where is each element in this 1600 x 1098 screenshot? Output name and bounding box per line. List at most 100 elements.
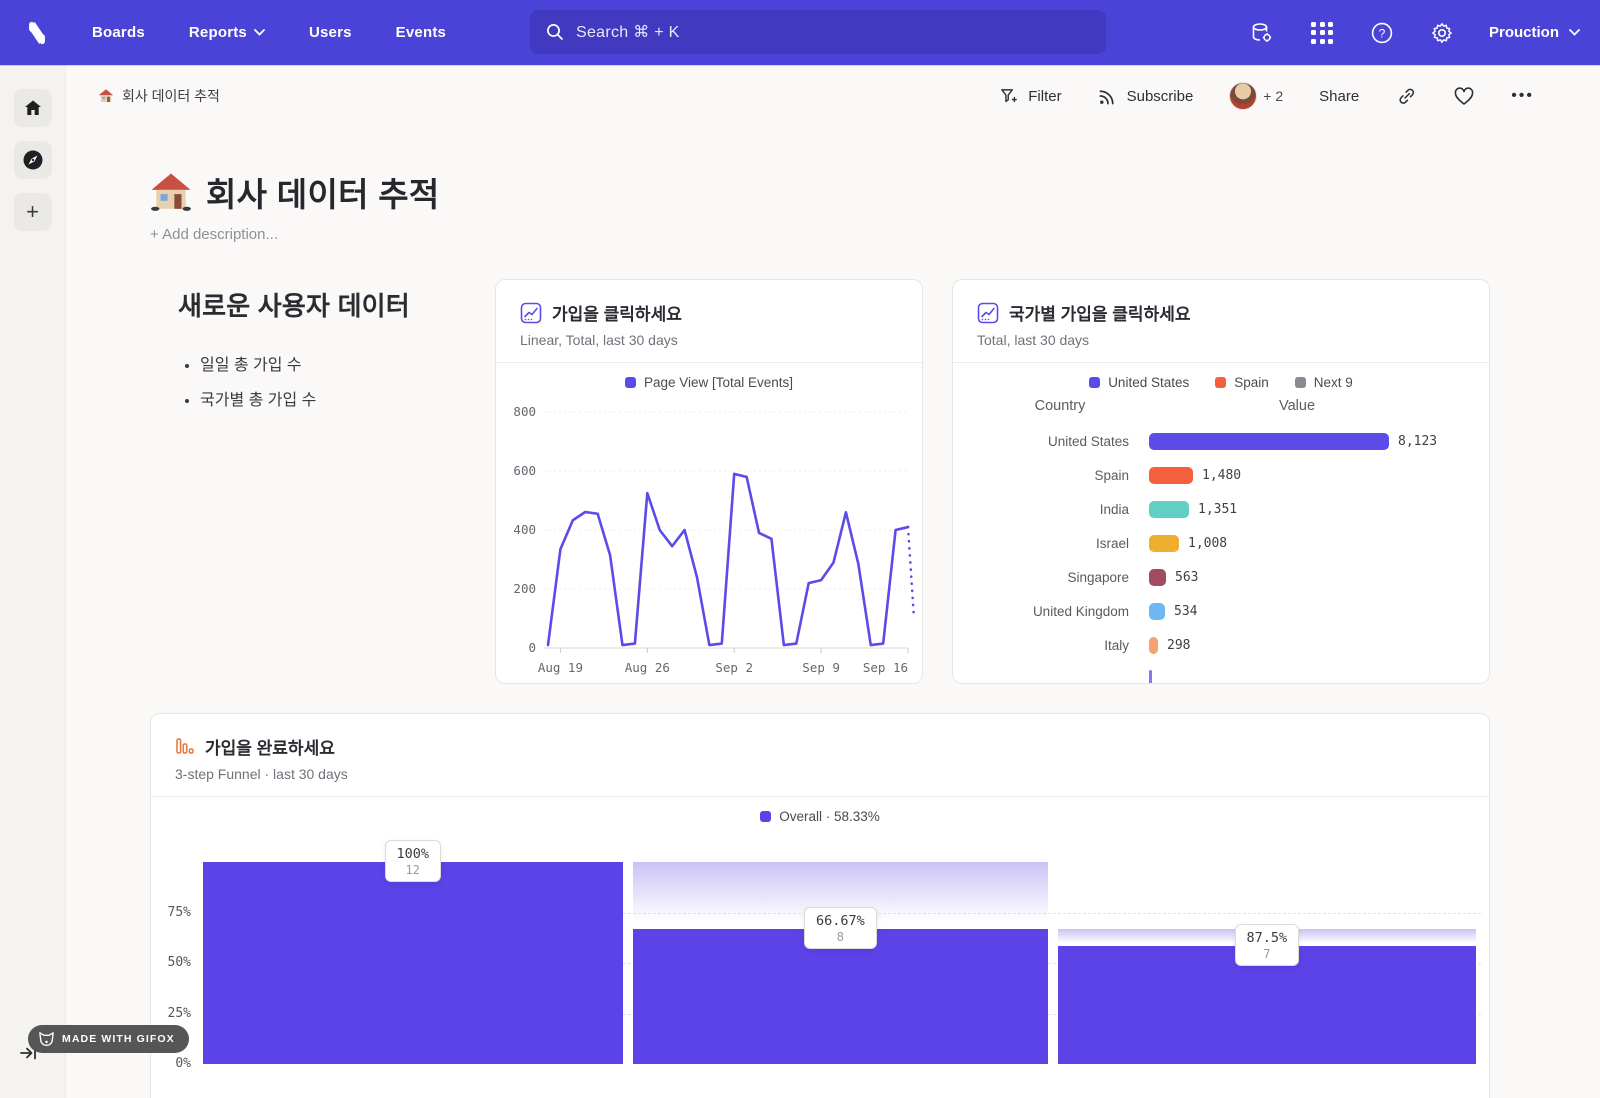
legend-label: Page View [Total Events] <box>644 375 793 390</box>
bar-row-value: 8,123 <box>1398 434 1437 449</box>
svg-text:Sep 2: Sep 2 <box>715 660 753 675</box>
funnel-ytick: 0% <box>153 1056 191 1071</box>
filter-button[interactable]: Filter <box>999 87 1061 106</box>
project-selector[interactable]: Prouction <box>1489 24 1580 41</box>
bar-fill[interactable] <box>1149 467 1193 484</box>
filter-funnel-icon <box>999 87 1018 106</box>
collaborators[interactable]: + 2 <box>1229 82 1283 110</box>
bar-row-value: 534 <box>1174 604 1197 619</box>
apps-grid-icon[interactable] <box>1309 20 1335 46</box>
svg-text:Aug 19: Aug 19 <box>538 660 583 675</box>
bar-row-india[interactable]: India1,351 <box>953 492 1489 526</box>
card-title[interactable]: 가입을 완료하세요 <box>205 734 335 759</box>
sidebar-discover-button[interactable] <box>14 141 52 179</box>
help-icon[interactable]: ? <box>1369 20 1395 46</box>
nav-item-boards[interactable]: Boards <box>92 24 145 41</box>
funnel-bar-step-2[interactable] <box>633 929 1048 1064</box>
bar-fill[interactable] <box>1149 535 1179 552</box>
text-widget-list: 일일 총 가입 수 국가별 총 가입 수 <box>200 351 478 410</box>
funnel-bar-step-1[interactable] <box>203 862 623 1064</box>
favorite-button[interactable] <box>1453 85 1475 107</box>
bar-fill[interactable] <box>1149 501 1189 518</box>
svg-text:Aug 26: Aug 26 <box>625 660 670 675</box>
text-widget-heading: 새로운 사용자 데이터 <box>178 286 478 323</box>
nav-item-reports[interactable]: Reports <box>189 24 265 41</box>
bar-row-united-states[interactable]: United States8,123 <box>953 424 1489 458</box>
nav-item-users[interactable]: Users <box>309 24 352 41</box>
gifox-badge: MADE WITH GIFOX <box>28 1025 189 1053</box>
svg-text:0: 0 <box>528 640 536 655</box>
card-subtitle: 3-step Funnel · last 30 days <box>151 759 1489 782</box>
copy-link-button[interactable] <box>1395 85 1417 107</box>
funnel-step-conversion: 66.67% <box>816 913 865 929</box>
legend-label: Spain <box>1234 375 1269 390</box>
card-title[interactable]: 가입을 클릭하세요 <box>552 300 682 325</box>
mixpanel-logo[interactable] <box>20 16 54 50</box>
svg-text:800: 800 <box>513 404 536 419</box>
bar-fill[interactable] <box>1149 637 1158 654</box>
nav-item-events[interactable]: Events <box>396 24 446 41</box>
funnel-step-conversion: 87.5% <box>1247 930 1288 946</box>
bar-legend-item[interactable]: Next 9 <box>1295 375 1353 390</box>
bar-legend-item[interactable]: Spain <box>1215 375 1269 390</box>
funnel-plot[interactable]: 0%25%50%75%100%1266.67%887.5%7 <box>151 862 1489 1064</box>
bar-row-united-kingdom[interactable]: United Kingdom 534 <box>953 594 1489 628</box>
sidebar-add-button[interactable]: + <box>14 193 52 231</box>
bar-fill[interactable] <box>1149 569 1166 586</box>
breadcrumb-label: 회사 데이터 추적 <box>122 86 220 106</box>
funnel-ytick: 75% <box>153 905 191 920</box>
funnel-step-tooltip-2: 66.67%8 <box>804 907 877 949</box>
breadcrumb[interactable]: 회사 데이터 추적 <box>98 86 220 106</box>
add-description-button[interactable]: + Add description... <box>150 226 278 243</box>
funnel-step-tooltip-1: 100%12 <box>385 840 442 882</box>
board-toolbar: 회사 데이터 추적 Filter Subscribe + 2 Share <box>66 65 1600 127</box>
bar-row-label: United Kingdom <box>953 604 1149 619</box>
bar-fill[interactable] <box>1149 603 1165 620</box>
line-legend-item[interactable]: Page View [Total Events] <box>625 375 793 390</box>
bar-chart-columns: Country Value <box>953 398 1489 414</box>
line-chart-plot[interactable]: 0200400600800Aug 19Aug 26Sep 2Sep 9Sep 1… <box>504 392 916 682</box>
share-button[interactable]: Share <box>1319 88 1359 105</box>
search-icon <box>546 23 564 41</box>
bar-row-spain[interactable]: Spain1,480 <box>953 458 1489 492</box>
bar-row-singapore[interactable]: Singapore563 <box>953 560 1489 594</box>
svg-text:200: 200 <box>513 581 536 596</box>
board-title[interactable]: 회사 데이터 추적 <box>150 168 440 216</box>
line-chart-icon <box>520 302 542 324</box>
funnel-step-count: 7 <box>1247 947 1288 961</box>
nav-label: Events <box>396 24 446 41</box>
settings-gear-icon[interactable] <box>1429 20 1455 46</box>
bar-legend-item[interactable]: United States <box>1089 375 1189 390</box>
column-header-value: Value <box>1279 398 1315 414</box>
data-management-icon[interactable] <box>1249 20 1275 46</box>
bar-row-israel[interactable]: Israel1,008 <box>953 526 1489 560</box>
chevron-down-icon <box>1569 29 1580 36</box>
page-title: 회사 데이터 추적 <box>206 168 440 216</box>
bar-row-label: India <box>953 502 1149 517</box>
compass-icon <box>22 149 44 171</box>
bar-row-italy[interactable]: Italy298 <box>953 628 1489 662</box>
board-actions: Filter Subscribe + 2 Share <box>999 82 1534 110</box>
legend-label: Next 9 <box>1314 375 1353 390</box>
column-header-country: Country <box>953 398 1167 414</box>
card-title[interactable]: 국가별 가입을 클릭하세요 <box>1009 300 1191 325</box>
text-widget: 새로운 사용자 데이터 일일 총 가입 수 국가별 총 가입 수 <box>178 286 478 421</box>
bar-row-label: Italy <box>953 638 1149 653</box>
legend-swatch <box>1295 377 1306 388</box>
sidebar-home-button[interactable] <box>14 89 52 127</box>
home-icon <box>23 98 43 118</box>
search-input[interactable]: Search ⌘ + K <box>530 10 1106 54</box>
filter-label: Filter <box>1028 88 1061 105</box>
funnel-step-count: 12 <box>397 863 430 877</box>
more-options-button[interactable]: ••• <box>1511 87 1534 105</box>
chevron-down-icon <box>254 29 265 36</box>
funnel-chart-icon <box>175 736 195 758</box>
bar-chart-legend: United States Spain Next 9 <box>953 375 1489 390</box>
avatar <box>1229 82 1257 110</box>
subscribe-button[interactable]: Subscribe <box>1098 87 1194 106</box>
bar-row-label: Spain <box>953 468 1149 483</box>
gifox-label: MADE WITH GIFOX <box>62 1033 175 1045</box>
legend-swatch <box>1089 377 1100 388</box>
bar-fill[interactable] <box>1149 433 1389 450</box>
funnel-legend-item[interactable]: Overall · 58.33% <box>760 809 880 824</box>
